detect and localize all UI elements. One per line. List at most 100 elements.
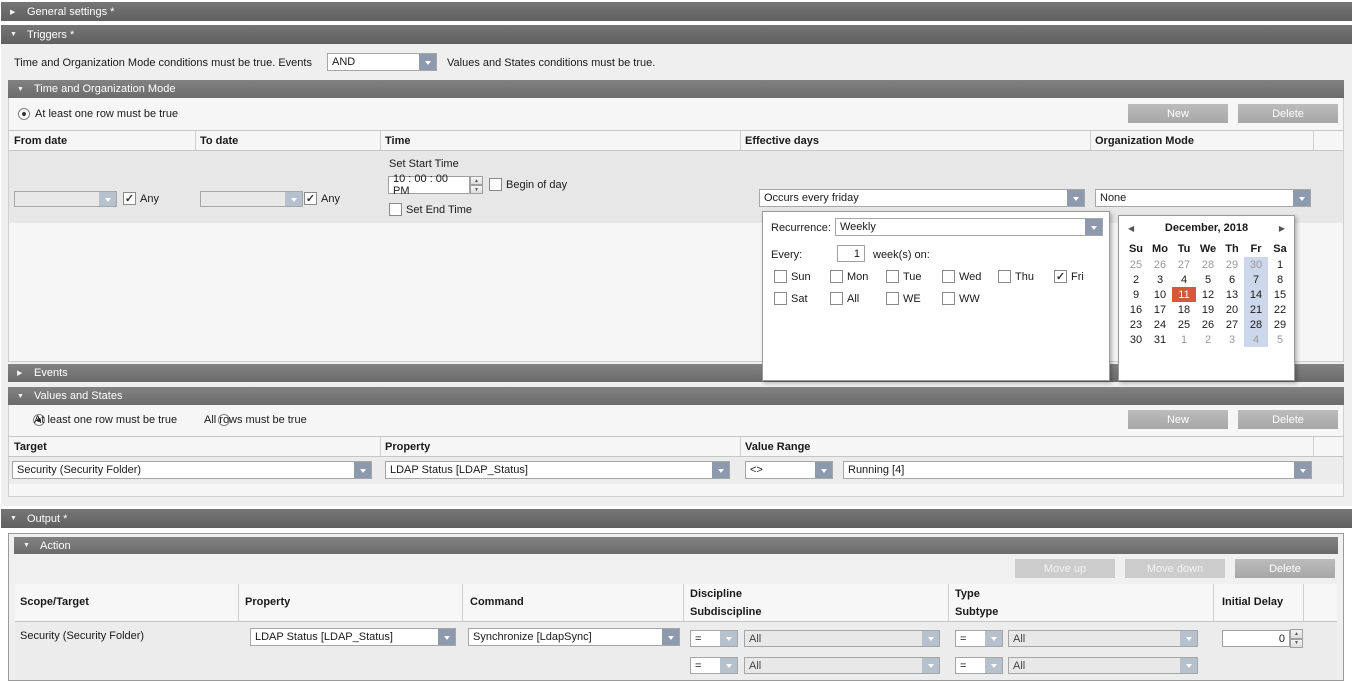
calendar-day[interactable]: 25 bbox=[1124, 257, 1148, 272]
dropdown-arrow-icon[interactable] bbox=[712, 462, 729, 478]
property-combo[interactable]: LDAP Status [LDAP_Status] bbox=[385, 461, 730, 479]
weekday-checkbox-we[interactable]: WE bbox=[886, 292, 938, 305]
to-any-checkbox[interactable] bbox=[304, 192, 317, 205]
dropdown-arrow-icon[interactable] bbox=[1294, 462, 1311, 478]
subtype-operator-combo[interactable]: = bbox=[955, 657, 1003, 674]
initial-delay-input[interactable]: 0 bbox=[1222, 630, 1290, 647]
weekday-checkbox-mon[interactable]: Mon bbox=[830, 270, 882, 283]
subdiscipline-operator-combo[interactable]: = bbox=[690, 657, 738, 674]
calendar-day[interactable]: 26 bbox=[1148, 257, 1172, 272]
dropdown-arrow-icon[interactable] bbox=[922, 631, 939, 646]
calendar-day[interactable]: 15 bbox=[1268, 287, 1292, 302]
section-header-action[interactable]: ▼ Action bbox=[14, 537, 1338, 554]
calendar-day[interactable]: 10 bbox=[1148, 287, 1172, 302]
calendar-day[interactable]: 5 bbox=[1196, 272, 1220, 287]
dropdown-arrow-icon[interactable] bbox=[438, 629, 455, 645]
dropdown-arrow-icon[interactable] bbox=[99, 192, 116, 206]
calendar-day[interactable]: 4 bbox=[1244, 332, 1268, 347]
calendar-day[interactable]: 20 bbox=[1220, 302, 1244, 317]
calendar-day[interactable]: 28 bbox=[1196, 257, 1220, 272]
section-header-time-org[interactable]: ▼ Time and Organization Mode bbox=[8, 80, 1344, 98]
calendar-day-selected[interactable]: 11 bbox=[1172, 287, 1196, 302]
dropdown-arrow-icon[interactable] bbox=[419, 54, 436, 70]
calendar-day[interactable]: 29 bbox=[1268, 317, 1292, 332]
spin-down-icon[interactable]: ▼ bbox=[1290, 639, 1303, 649]
dropdown-arrow-icon[interactable] bbox=[720, 658, 737, 673]
new-button[interactable]: New bbox=[1128, 104, 1228, 123]
dropdown-arrow-icon[interactable] bbox=[1293, 190, 1310, 206]
spin-down-icon[interactable]: ▼ bbox=[470, 185, 483, 194]
new-button[interactable]: New bbox=[1128, 410, 1228, 429]
calendar-day[interactable]: 9 bbox=[1124, 287, 1148, 302]
calendar-day[interactable]: 27 bbox=[1172, 257, 1196, 272]
initial-delay-spinner[interactable]: ▲ ▼ bbox=[1290, 629, 1303, 648]
calendar-day[interactable]: 30 bbox=[1244, 257, 1268, 272]
dropdown-arrow-icon[interactable] bbox=[354, 462, 371, 478]
organization-mode-combo[interactable]: None bbox=[1095, 189, 1311, 207]
calendar-day[interactable]: 23 bbox=[1124, 317, 1148, 332]
dropdown-arrow-icon[interactable] bbox=[922, 658, 939, 673]
delete-button[interactable]: Delete bbox=[1238, 104, 1338, 123]
calendar-day[interactable]: 29 bbox=[1220, 257, 1244, 272]
move-up-button[interactable]: Move up bbox=[1015, 559, 1115, 578]
discipline-value-combo[interactable]: All bbox=[744, 630, 940, 647]
calendar-day[interactable]: 14 bbox=[1244, 287, 1268, 302]
calendar-day[interactable]: 27 bbox=[1220, 317, 1244, 332]
subdiscipline-value-combo[interactable]: All bbox=[744, 657, 940, 674]
calendar-day[interactable]: 22 bbox=[1268, 302, 1292, 317]
calendar-day[interactable]: 5 bbox=[1268, 332, 1292, 347]
dropdown-arrow-icon[interactable] bbox=[1180, 658, 1197, 673]
calendar-day[interactable]: 18 bbox=[1172, 302, 1196, 317]
type-operator-combo[interactable]: = bbox=[955, 630, 1003, 647]
dropdown-arrow-icon[interactable] bbox=[985, 631, 1002, 646]
move-down-button[interactable]: Move down bbox=[1125, 559, 1225, 578]
dropdown-arrow-icon[interactable] bbox=[815, 462, 832, 478]
calendar-day[interactable]: 4 bbox=[1172, 272, 1196, 287]
set-end-time-checkbox[interactable] bbox=[389, 203, 402, 216]
calendar-day[interactable]: 24 bbox=[1148, 317, 1172, 332]
calendar-day[interactable]: 16 bbox=[1124, 302, 1148, 317]
spin-up-icon[interactable]: ▲ bbox=[1290, 629, 1303, 639]
calendar-day[interactable]: 13 bbox=[1220, 287, 1244, 302]
time-spinner[interactable]: ▲ ▼ bbox=[470, 176, 483, 194]
start-time-input[interactable]: 10 : 00 : 00 PM bbox=[388, 176, 470, 194]
weekday-checkbox-sun[interactable]: Sun bbox=[774, 270, 826, 283]
calendar-day[interactable]: 1 bbox=[1172, 332, 1196, 347]
from-any-checkbox[interactable] bbox=[123, 192, 136, 205]
calendar-day[interactable]: 6 bbox=[1220, 272, 1244, 287]
weekday-checkbox-fri[interactable]: Fri bbox=[1054, 270, 1106, 283]
calendar-day[interactable]: 21 bbox=[1244, 302, 1268, 317]
effective-days-combo[interactable]: Occurs every friday bbox=[759, 189, 1085, 207]
from-date-picker[interactable] bbox=[14, 191, 117, 207]
calendar-day[interactable]: 7 bbox=[1244, 272, 1268, 287]
to-date-picker[interactable] bbox=[200, 191, 303, 207]
calendar-prev-icon[interactable]: ◀ bbox=[1128, 224, 1134, 233]
spin-up-icon[interactable]: ▲ bbox=[470, 176, 483, 185]
delete-button[interactable]: Delete bbox=[1238, 410, 1338, 429]
type-value-combo[interactable]: All bbox=[1008, 630, 1198, 647]
weekday-checkbox-ww[interactable]: WW bbox=[942, 292, 994, 305]
section-header-output[interactable]: ▼ Output * bbox=[1, 509, 1352, 528]
weekday-checkbox-wed[interactable]: Wed bbox=[942, 270, 994, 283]
calendar-day[interactable]: 30 bbox=[1124, 332, 1148, 347]
target-combo[interactable]: Security (Security Folder) bbox=[12, 461, 372, 479]
dropdown-arrow-icon[interactable] bbox=[720, 631, 737, 646]
recurrence-combo[interactable]: Weekly bbox=[835, 218, 1103, 236]
dropdown-arrow-icon[interactable] bbox=[1085, 219, 1102, 235]
calendar-day[interactable]: 3 bbox=[1220, 332, 1244, 347]
calendar-day[interactable]: 17 bbox=[1148, 302, 1172, 317]
calendar-day[interactable]: 31 bbox=[1148, 332, 1172, 347]
dropdown-arrow-icon[interactable] bbox=[1067, 190, 1084, 206]
action-command-combo[interactable]: Synchronize [LdapSync] bbox=[468, 628, 680, 646]
calendar-day[interactable]: 12 bbox=[1196, 287, 1220, 302]
discipline-operator-combo[interactable]: = bbox=[690, 630, 738, 647]
calendar-next-icon[interactable]: ▶ bbox=[1279, 224, 1285, 233]
weekday-checkbox-tue[interactable]: Tue bbox=[886, 270, 938, 283]
rule-radio[interactable] bbox=[18, 108, 30, 120]
calendar-day[interactable]: 28 bbox=[1244, 317, 1268, 332]
dropdown-arrow-icon[interactable] bbox=[662, 629, 679, 645]
operator-combo[interactable]: <> bbox=[745, 461, 833, 479]
action-property-combo[interactable]: LDAP Status [LDAP_Status] bbox=[250, 628, 456, 646]
dropdown-arrow-icon[interactable] bbox=[1180, 631, 1197, 646]
weekday-checkbox-sat[interactable]: Sat bbox=[774, 292, 826, 305]
